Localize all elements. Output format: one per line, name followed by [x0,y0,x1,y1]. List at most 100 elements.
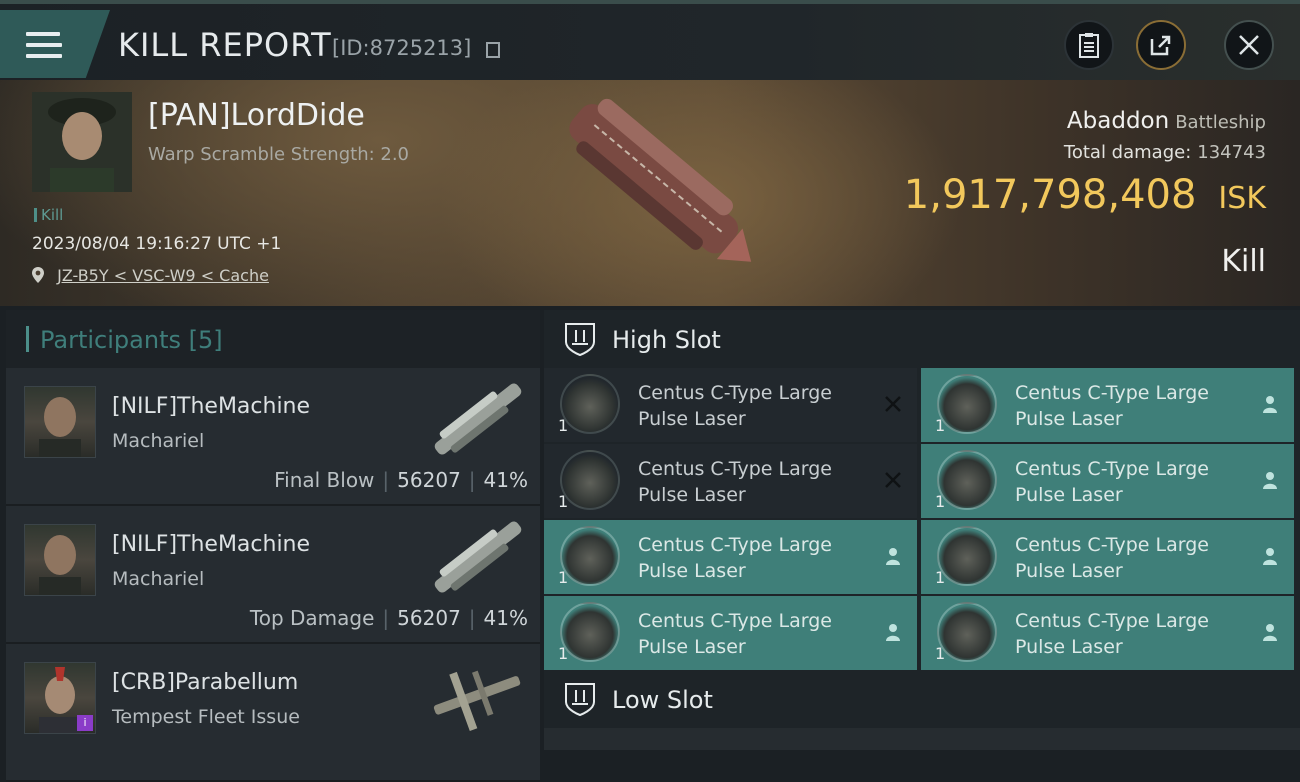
share-button[interactable] [1136,20,1186,70]
clipboard-icon [1079,33,1099,58]
result-label: Kill [1221,244,1266,279]
top-bar: KILL REPORT [ID:8725213] [0,0,1300,84]
module-slot[interactable]: 1 Centus C-Type Large Pulse Laser [921,444,1294,518]
kill-id: [ID:8725213] [332,36,472,60]
kill-location[interactable]: JZ-B5Y < VSC-W9 < Cache [32,266,269,285]
module-slot[interactable]: 1 Centus C-Type Large Pulse Laser [921,520,1294,594]
location-link[interactable]: JZ-B5Y < VSC-W9 < Cache [57,266,269,285]
victim-name[interactable]: [PAN]LordDide [148,98,365,133]
participant-row[interactable]: [NILF]TheMachine Machariel Top Damage | 56… [6,506,540,644]
participant-percent: 41% [483,606,528,630]
pulse-laser-icon [560,450,620,510]
module-name: Centus C-Type Large Pulse Laser [1015,610,1209,658]
menu-button[interactable] [0,10,110,78]
module-slot[interactable]: 1 Centus C-Type Large Pulse Laser [544,596,917,670]
high-slot-label: High Slot [612,326,721,354]
participants-panel: Participants [5] [NILF]TheMachine Machar… [6,310,540,782]
share-icon [1150,35,1171,56]
participants-header: Participants [5] [6,310,540,366]
victim-portrait[interactable] [32,92,132,192]
victim-ship-name: Abaddon [1066,108,1170,134]
avatar[interactable] [24,386,96,458]
module-name: Centus C-Type Large Pulse Laser [638,458,832,506]
total-damage-label: Total damage: [1063,142,1192,163]
total-damage-value: 134743 [1197,142,1266,163]
pulse-laser-icon [937,526,997,586]
person-icon [1263,624,1277,641]
pilot-portrait-icon [32,92,132,192]
participant-damage: 56207 [397,468,461,492]
page-title: KILL REPORT [118,26,332,64]
module-quantity: 1 [558,644,569,663]
module-quantity: 1 [935,492,946,511]
kill-timestamp: 2023/08/04 19:16:27 UTC +1 [32,234,282,254]
participant-role: Top Damage [249,606,375,630]
participant-role: Final Blow [274,468,375,492]
module-quantity: 1 [935,416,946,435]
participants-count: [5] [188,326,223,354]
participants-label: Participants [40,326,181,354]
participant-row[interactable]: i [CRB]Parabellum Tempest Fleet Issue [6,644,540,782]
person-icon [1263,396,1277,413]
participant-stats: Top Damage | 56207 | 41% [249,606,528,630]
module-quantity: 1 [935,644,946,663]
person-icon [886,548,900,565]
module-quantity: 1 [558,492,569,511]
participant-percent: 41% [483,468,528,492]
participant-name: [CRB]Parabellum [112,670,299,695]
participant-ship-image [434,383,522,455]
person-icon [1263,472,1277,489]
module-name: Centus C-Type Large Pulse Laser [638,610,832,658]
menu-icon [26,32,62,58]
module-slot[interactable]: 1 Centus C-Type Large Pulse Laser [921,596,1294,670]
avatar[interactable] [24,524,96,596]
person-icon [886,624,900,641]
destroyed-icon [885,472,901,488]
pulse-laser-icon [937,374,997,434]
module-quantity: 1 [558,416,569,435]
module-quantity: 1 [935,568,946,587]
participant-stats: Final Blow | 56207 | 41% [274,468,528,492]
participant-damage: 56207 [397,606,461,630]
report-button[interactable] [1064,20,1114,70]
high-slot-header: High Slot [544,310,1300,368]
total-damage: Total damage: 134743 [1064,142,1266,163]
high-slot-icon [565,323,595,356]
participant-ship: Tempest Fleet Issue [112,706,300,728]
close-icon [1239,35,1259,55]
module-name: Centus C-Type Large Pulse Laser [638,534,832,582]
location-pin-icon [32,267,44,283]
participant-ship: Machariel [112,430,205,452]
pilot-portrait-icon [39,535,81,595]
copy-icon[interactable] [486,42,500,58]
participant-name: [NILF]TheMachine [112,532,311,557]
isk-amount: 1,917,798,408 [903,172,1197,218]
victim-ship-image [569,98,752,262]
isk-value: 1,917,798,408 ISK [904,172,1266,218]
victim-ship: Abaddon Battleship [1067,108,1266,134]
isk-unit: ISK [1218,181,1266,216]
module-slot[interactable]: 1 Centus C-Type Large Pulse Laser [544,520,917,594]
person-icon [1263,548,1277,565]
module-slot[interactable]: 1 Centus C-Type Large Pulse Laser [544,368,917,442]
low-slot-label: Low Slot [612,686,713,714]
module-name: Centus C-Type Large Pulse Laser [1015,382,1209,430]
kill-tag: Kill [34,206,63,224]
pulse-laser-icon [560,526,620,586]
module-quantity: 1 [558,568,569,587]
participant-ship-image [434,521,522,593]
participant-row[interactable]: [NILF]TheMachine Machariel Final Blow | 56… [6,368,540,506]
module-slot[interactable]: 1 Centus C-Type Large Pulse Laser [544,444,917,518]
pilot-portrait-icon [39,397,81,457]
participant-ship-image [433,670,521,731]
fitting-panel: High Slot 1 Centus C-Type Large Pulse Las… [544,310,1300,750]
victim-summary: [PAN]LordDide Warp Scramble Strength: 2.… [0,80,1300,306]
destroyed-icon [885,396,901,412]
avatar[interactable]: i [24,662,96,734]
low-slot-header: Low Slot [544,670,1300,728]
close-button[interactable] [1224,20,1274,70]
low-slot-modules[interactable] [544,728,1300,750]
module-slot[interactable]: 1 Centus C-Type Large Pulse Laser [921,368,1294,442]
faction-badge-icon: i [77,715,93,731]
pulse-laser-icon [560,374,620,434]
